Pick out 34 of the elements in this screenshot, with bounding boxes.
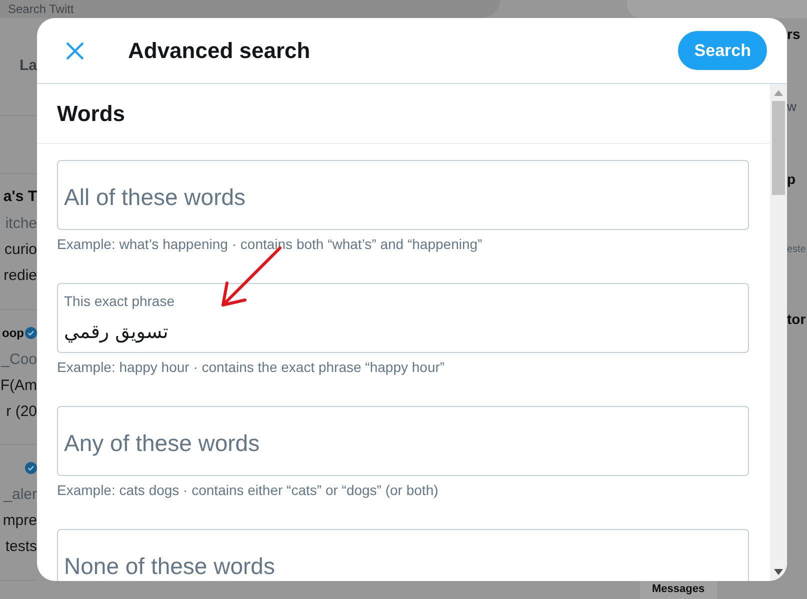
scrollbar-thumb[interactable] bbox=[772, 101, 785, 195]
words-input-field[interactable]: All of these words bbox=[57, 160, 749, 230]
scrollbar[interactable] bbox=[770, 84, 787, 581]
section-heading: Words bbox=[57, 100, 126, 128]
tweet-text: r (20 bbox=[6, 402, 37, 422]
tweet-text: curio bbox=[4, 240, 37, 260]
words-input-field[interactable]: Any of these words bbox=[57, 406, 749, 476]
panel-heading: rs bbox=[787, 25, 802, 44]
search-button[interactable]: Search bbox=[678, 31, 767, 70]
tweet-text: tests bbox=[5, 537, 37, 558]
tweet-handle: _aler bbox=[4, 485, 37, 506]
tweet-text: mpre bbox=[2, 511, 37, 532]
tweet-author: oop bbox=[2, 324, 24, 342]
close-icon bbox=[65, 40, 85, 60]
panel-heading: tor bbox=[787, 310, 807, 328]
scroll-down-icon bbox=[774, 569, 783, 575]
field-hint: Example: cats dogs · contains either “cats” or “dogs” (or both) bbox=[57, 481, 440, 500]
field-hint: Example: what’s happening · contains both “what’s” and “happening” bbox=[57, 235, 484, 254]
tweet-handle: _Coo bbox=[1, 350, 37, 370]
tab-label[interactable]: La bbox=[19, 55, 37, 78]
dialog-title: Advanced search bbox=[128, 37, 310, 65]
tweet-handle: itche bbox=[5, 214, 37, 234]
scroll-up-icon bbox=[774, 90, 783, 96]
tweet-author: a's T bbox=[3, 187, 37, 208]
panel-text: este bbox=[787, 242, 807, 256]
field-hint: Example: happy hour · contains the exact phrase “happy hour” bbox=[57, 358, 446, 377]
tweet-text: redie bbox=[4, 266, 37, 286]
panel-heading: p bbox=[787, 170, 797, 189]
tweet-text: F(Am bbox=[0, 376, 37, 396]
panel-text: w bbox=[787, 98, 798, 116]
search-field[interactable]: Search Twitt bbox=[0, 0, 500, 18]
phrase-input[interactable]: تسويق رقمي bbox=[64, 318, 742, 346]
words-input-field[interactable]: None of these words bbox=[57, 529, 749, 581]
messages-heading: Messages bbox=[652, 583, 705, 596]
